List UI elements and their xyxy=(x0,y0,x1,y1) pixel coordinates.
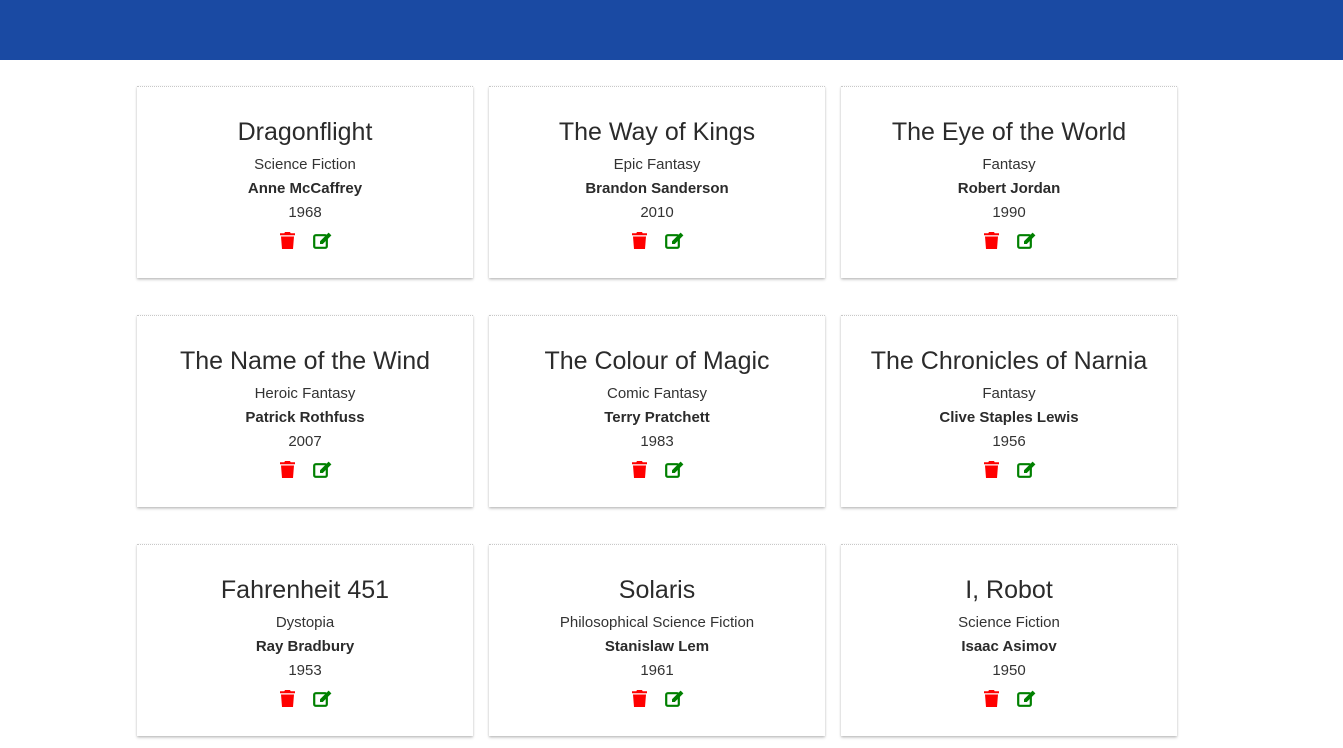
book-title: Dragonflight xyxy=(237,118,373,146)
edit-icon xyxy=(1017,232,1036,249)
book-card: The Name of the Wind Heroic Fantasy Patr… xyxy=(137,315,473,507)
delete-button[interactable] xyxy=(278,460,297,479)
book-year: 1950 xyxy=(992,662,1026,679)
book-author: Terry Pratchett xyxy=(604,409,710,426)
book-title: The Eye of the World xyxy=(891,118,1127,146)
book-title: The Chronicles of Narnia xyxy=(870,347,1148,375)
edit-button[interactable] xyxy=(665,689,684,708)
book-card: Fahrenheit 451 Dystopia Ray Bradbury 195… xyxy=(137,544,473,736)
edit-button[interactable] xyxy=(1017,689,1036,708)
book-genre: Science Fiction xyxy=(254,156,356,173)
book-title: I, Robot xyxy=(965,576,1053,604)
book-card: The Chronicles of Narnia Fantasy Clive S… xyxy=(841,315,1177,507)
card-actions xyxy=(137,460,473,479)
book-year: 1983 xyxy=(640,433,674,450)
edit-icon xyxy=(665,690,684,707)
book-genre: Fantasy xyxy=(982,156,1036,173)
edit-button[interactable] xyxy=(313,460,332,479)
book-card: The Way of Kings Epic Fantasy Brandon Sa… xyxy=(489,86,825,278)
trash-icon xyxy=(632,461,647,478)
book-card: The Eye of the World Fantasy Robert Jord… xyxy=(841,86,1177,278)
book-year: 1956 xyxy=(992,433,1026,450)
book-title: Fahrenheit 451 xyxy=(220,576,390,604)
book-author: Brandon Sanderson xyxy=(585,180,729,197)
book-genre: Dystopia xyxy=(275,614,335,631)
book-genre: Philosophical Science Fiction xyxy=(559,614,755,631)
delete-button[interactable] xyxy=(278,231,297,250)
trash-icon xyxy=(984,461,999,478)
edit-button[interactable] xyxy=(1017,460,1036,479)
trash-icon xyxy=(984,690,999,707)
delete-button[interactable] xyxy=(982,231,1001,250)
card-actions xyxy=(137,231,473,250)
book-title: Solaris xyxy=(618,576,696,604)
book-author: Anne McCaffrey xyxy=(247,180,363,197)
delete-button[interactable] xyxy=(630,231,649,250)
book-grid: Dragonflight Science Fiction Anne McCaff… xyxy=(137,86,1177,736)
trash-icon xyxy=(280,461,295,478)
card-actions xyxy=(137,689,473,708)
book-author: Clive Staples Lewis xyxy=(939,409,1079,426)
book-card: The Colour of Magic Comic Fantasy Terry … xyxy=(489,315,825,507)
book-genre: Fantasy xyxy=(982,385,1036,402)
book-year: 1961 xyxy=(640,662,674,679)
edit-icon xyxy=(313,461,332,478)
edit-button[interactable] xyxy=(665,231,684,250)
edit-button[interactable] xyxy=(313,231,332,250)
book-genre: Epic Fantasy xyxy=(613,156,701,173)
top-app-bar xyxy=(0,0,1343,60)
book-card: I, Robot Science Fiction Isaac Asimov 19… xyxy=(841,544,1177,736)
card-actions xyxy=(841,460,1177,479)
edit-icon xyxy=(313,232,332,249)
delete-button[interactable] xyxy=(630,689,649,708)
edit-icon xyxy=(665,461,684,478)
delete-button[interactable] xyxy=(982,460,1001,479)
book-year: 1968 xyxy=(288,204,322,221)
book-author: Robert Jordan xyxy=(957,180,1061,197)
trash-icon xyxy=(984,232,999,249)
book-author: Isaac Asimov xyxy=(961,638,1057,655)
book-year: 2010 xyxy=(640,204,674,221)
book-genre: Comic Fantasy xyxy=(606,385,708,402)
book-author: Stanislaw Lem xyxy=(604,638,710,655)
card-actions xyxy=(489,231,825,250)
book-title: The Colour of Magic xyxy=(544,347,770,375)
card-actions xyxy=(841,231,1177,250)
book-genre: Heroic Fantasy xyxy=(254,385,356,402)
trash-icon xyxy=(280,232,295,249)
book-year: 1990 xyxy=(992,204,1026,221)
book-card: Dragonflight Science Fiction Anne McCaff… xyxy=(137,86,473,278)
book-genre: Science Fiction xyxy=(958,614,1060,631)
book-title: The Way of Kings xyxy=(558,118,756,146)
edit-icon xyxy=(1017,690,1036,707)
edit-icon xyxy=(665,232,684,249)
edit-button[interactable] xyxy=(1017,231,1036,250)
book-author: Patrick Rothfuss xyxy=(245,409,365,426)
edit-button[interactable] xyxy=(313,689,332,708)
delete-button[interactable] xyxy=(630,460,649,479)
card-actions xyxy=(489,689,825,708)
card-actions xyxy=(489,460,825,479)
card-actions xyxy=(841,689,1177,708)
trash-icon xyxy=(280,690,295,707)
delete-button[interactable] xyxy=(278,689,297,708)
delete-button[interactable] xyxy=(982,689,1001,708)
book-title: The Name of the Wind xyxy=(179,347,431,375)
trash-icon xyxy=(632,690,647,707)
trash-icon xyxy=(632,232,647,249)
edit-icon xyxy=(1017,461,1036,478)
edit-button[interactable] xyxy=(665,460,684,479)
book-card: Solaris Philosophical Science Fiction St… xyxy=(489,544,825,736)
book-year: 1953 xyxy=(288,662,322,679)
book-year: 2007 xyxy=(288,433,322,450)
edit-icon xyxy=(313,690,332,707)
book-author: Ray Bradbury xyxy=(255,638,355,655)
